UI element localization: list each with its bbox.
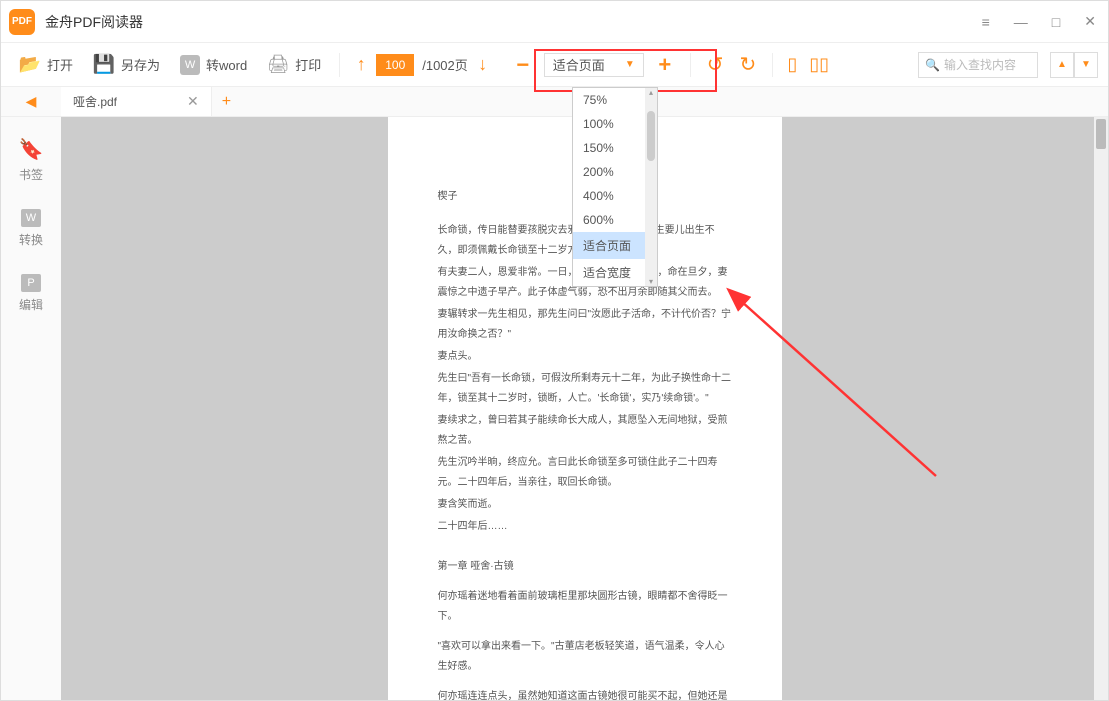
zoom-option[interactable]: 600% [573,208,645,232]
word-icon: W [180,55,200,75]
zoom-out-button[interactable]: − [508,53,538,77]
document-text-line: 何亦瑶着迷地看着面前玻璃柜里那块圆形古镜，眼睛都不舍得眨一下。 [438,587,732,627]
document-tab[interactable]: 哑舍.pdf ✕ [61,87,212,116]
zoom-option[interactable]: 200% [573,160,645,184]
page-number-input[interactable] [376,54,414,76]
convert-word-button[interactable]: W 转word [172,51,255,79]
window-controls: ≡ — □ ✕ [978,9,1100,34]
scrollbar-thumb[interactable] [1096,119,1106,149]
folder-open-icon: 📂 [19,54,41,76]
zoom-option[interactable]: 适合宽度 [573,259,645,286]
add-tab-button[interactable]: + [212,93,241,111]
main-area: 🔖 书签 W 转换 P 编辑 楔子长命锁，传日能替要孩脱灾去邪，"锁"住生命。新… [1,117,1108,700]
sidebar: 🔖 书签 W 转换 P 编辑 [1,117,61,700]
app-logo-icon: PDF [9,9,35,35]
document-text-line: 先生曰"吾有一长命锁，可假汝所剩寿元十二年，为此子换性命十二年，锁至其十二岁时，… [438,369,732,409]
rotate-ccw-button[interactable]: ↺ [701,52,730,77]
save-as-button[interactable]: 💾 另存为 [85,50,168,80]
tab-close-button[interactable]: ✕ [187,93,199,110]
zoom-controls: − 适合页面 ▼ + [508,53,680,77]
maximize-button[interactable]: □ [1048,10,1064,34]
zoom-dropdown: 75%100%150%200%400%600%适合页面适合宽度 ▴ ▾ [572,87,658,287]
nav-arrows: ▲ ▼ [1050,52,1098,78]
save-icon: 💾 [93,54,115,76]
title-bar: PDF 金舟PDF阅读器 ≡ — □ ✕ [1,1,1108,43]
sidebar-item-bookmark[interactable]: 🔖 书签 [19,137,44,183]
search-icon: 🔍 [925,58,940,72]
document-text-line: 妻点头。 [438,347,732,367]
chapter-title: 第一章 哑舍·古镜 [438,557,732,577]
convert-icon: W [21,209,41,227]
main-scrollbar[interactable] [1094,117,1108,700]
printer-icon: 🖨 [267,54,289,76]
two-page-view-button[interactable]: ▯▯ [805,54,833,75]
scroll-thumb[interactable] [647,111,655,161]
separator [772,53,773,77]
tab-bar: ◀ 哑舍.pdf ✕ + [1,87,1108,117]
save-as-label: 另存为 [121,55,160,74]
edit-icon: P [21,274,41,292]
sidebar-convert-label: 转换 [19,231,43,248]
document-text-line: "喜欢可以拿出来看一下。"古董店老板轻笑道，语气温柔，令人心生好感。 [438,637,732,677]
page-up-icon[interactable]: ↑ [350,54,372,76]
zoom-level-label: 适合页面 [553,55,605,74]
separator [690,53,691,77]
zoom-level-select[interactable]: 适合页面 ▼ [544,53,644,77]
zoom-in-button[interactable]: + [650,53,680,77]
convert-word-label: 转word [206,55,247,74]
page-total: /1002页 [422,55,468,74]
search-placeholder: 输入查找内容 [944,56,1016,73]
zoom-option[interactable]: 100% [573,112,645,136]
zoom-option[interactable]: 150% [573,136,645,160]
open-button[interactable]: 📂 打开 [11,50,81,80]
document-text-line: 先生沉吟半晌，终应允。言曰此长命锁至多可锁住此子二十四寿元。二十四年后，当亲往，… [438,453,732,493]
app-title: 金舟PDF阅读器 [45,12,143,32]
rotate-cw-button[interactable]: ↻ [734,52,763,77]
nav-down-button[interactable]: ▼ [1074,52,1098,78]
dropdown-scrollbar[interactable]: ▴ ▾ [645,88,657,286]
print-button[interactable]: 🖨 打印 [259,50,329,80]
zoom-option[interactable]: 适合页面 [573,232,645,259]
zoom-option[interactable]: 400% [573,184,645,208]
nav-up-button[interactable]: ▲ [1050,52,1074,78]
document-text-line: 妻含笑而逝。 [438,495,732,515]
scroll-up-icon[interactable]: ▴ [649,88,653,97]
single-page-view-button[interactable]: ▯ [783,54,801,75]
minimize-button[interactable]: — [1010,10,1032,34]
search-input[interactable]: 🔍 输入查找内容 [918,52,1038,78]
sidebar-bookmark-label: 书签 [19,166,43,183]
document-text-line: 二十四年后…… [438,517,732,537]
bookmark-icon: 🔖 [19,137,44,162]
document-text-line: 妻辗转求一先生相见，那先生问曰"汝愿此子活命，不计代价否？宁用汝命换之否？" [438,305,732,345]
document-text-line: 妻续求之，曾曰若其子能续命长大成人，其愿坠入无间地狱，受煎熬之苦。 [438,411,732,451]
sidebar-collapse-button[interactable]: ◀ [1,87,61,116]
tab-filename: 哑舍.pdf [73,93,117,110]
print-label: 打印 [295,55,321,74]
sidebar-edit-label: 编辑 [19,296,43,313]
open-label: 打开 [47,55,73,74]
caret-down-icon: ▼ [625,59,635,70]
scroll-down-icon[interactable]: ▾ [649,277,653,286]
sidebar-item-convert[interactable]: W 转换 [19,209,43,248]
zoom-option[interactable]: 75% [573,88,645,112]
sidebar-item-edit[interactable]: P 编辑 [19,274,43,313]
toolbar: 📂 打开 💾 另存为 W 转word 🖨 打印 ↑ /1002页 ↓ − 适合页… [1,43,1108,87]
close-button[interactable]: ✕ [1080,9,1100,34]
page-down-icon[interactable]: ↓ [472,54,494,76]
separator [339,53,340,77]
menu-icon[interactable]: ≡ [978,10,994,34]
document-text-line: 何亦瑶连连点头，虽然她知道这面古镜她很可能买不起，但她还是想拿在手中。 [438,687,732,700]
